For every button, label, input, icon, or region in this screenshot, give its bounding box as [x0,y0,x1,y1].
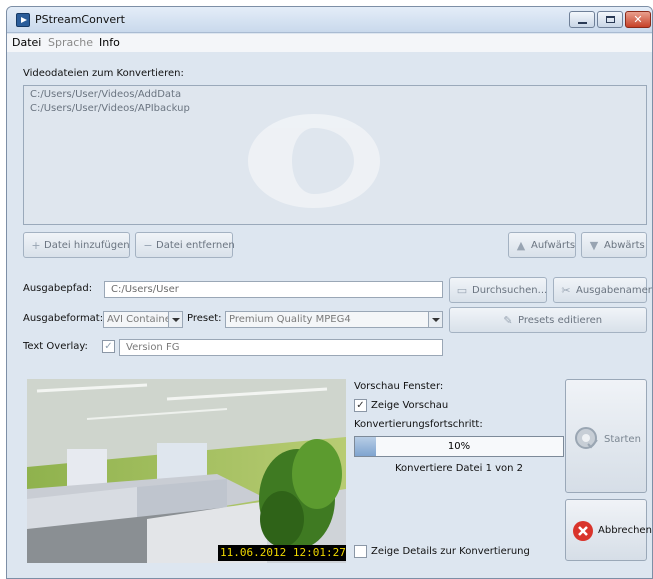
close-icon: ✕ [633,13,643,26]
plus-icon: + [31,239,41,252]
preset-value: Premium Quality MPEG4 [229,314,351,325]
video-preview: 11.06.2012 12:01:27 [27,379,346,563]
title-bar: PStreamConvert ✕ [7,7,652,33]
show-preview-checkbox[interactable]: ✓ [354,399,367,412]
output-names-label: Ausgabenamen [576,285,653,296]
move-up-label: Aufwärts [531,240,576,251]
show-preview-label: Zeige Vorschau [371,400,449,411]
output-path-input[interactable]: C:/Users/User [104,281,443,298]
conversion-progress-bar: 10% [354,436,564,457]
output-format-value: AVI Containe [107,314,171,325]
files-section-label: Videodateien zum Konvertieren: [23,68,184,79]
watermark-logo-icon [248,114,380,208]
menu-sprache[interactable]: Sprache [48,36,93,49]
output-format-select[interactable]: AVI Containe [103,311,183,328]
menu-info[interactable]: Info [99,36,120,49]
file-list[interactable]: C:/Users/User/Videos/AddData C:/Users/Us… [23,85,647,225]
edit-presets-button[interactable]: ✎ Presets editieren [449,307,647,333]
cancel-button[interactable]: Abbrechen [565,499,652,561]
output-path-label: Ausgabepfad: [23,283,93,294]
file-list-item[interactable]: C:/Users/User/Videos/AddData [30,89,181,100]
add-file-button[interactable]: + Datei hinzufügen [23,232,130,258]
timestamp-overlay: 11.06.2012 12:01:27 [218,545,346,561]
move-down-button[interactable]: ▼ Abwärts [581,232,647,258]
text-overlay-checkbox[interactable]: ✓ [102,340,115,353]
progress-percent: 10% [447,441,471,452]
minus-icon: − [143,239,153,252]
folder-icon: ▭ [456,284,468,297]
text-overlay-input[interactable]: Version FG [119,339,443,356]
text-overlay-label: Text Overlay: [23,341,88,352]
maximize-icon [606,16,615,23]
office-scene-image [27,379,346,563]
browse-label: Durchsuchen... [472,285,548,296]
tools-icon: ✂ [561,284,571,297]
output-format-label: Ausgabeformat: [23,313,104,324]
details-checkbox[interactable] [354,545,367,558]
remove-file-button[interactable]: − Datei entfernen [135,232,235,258]
edit-presets-label: Presets editieren [518,315,603,326]
menu-datei[interactable]: Datei [12,36,41,49]
preset-select[interactable]: Premium Quality MPEG4 [225,311,443,328]
start-label: Starten [604,434,641,445]
cancel-x-icon [573,521,593,541]
window-title: PStreamConvert [35,13,125,26]
conversion-status: Konvertiere Datei 1 von 2 [394,463,524,474]
minimize-button[interactable] [569,11,595,28]
output-names-button[interactable]: ✂ Ausgabenamen [553,277,652,303]
remove-file-label: Datei entfernen [156,240,235,251]
app-icon [16,13,30,27]
menu-bar: Datei Sprache Info [7,34,652,52]
gear-check-icon [575,427,598,449]
maximize-button[interactable] [597,11,623,28]
edit-icon: ✎ [503,314,513,327]
details-label: Zeige Details zur Konvertierung [371,546,530,557]
chevron-down-icon[interactable] [168,312,182,327]
file-list-item[interactable]: C:/Users/User/Videos/APIbackup [30,103,190,114]
cancel-label: Abbrechen [598,525,652,536]
chevron-down-icon[interactable] [428,312,442,327]
close-button[interactable]: ✕ [625,11,651,28]
arrow-down-icon: ▼ [589,239,599,252]
move-up-button[interactable]: ▲ Aufwärts [508,232,576,258]
preview-window-label: Vorschau Fenster: [354,381,444,392]
start-button[interactable]: Starten [565,379,647,493]
minimize-icon [578,22,587,24]
main-window: PStreamConvert ✕ Datei Sprache Info Vide… [6,6,653,579]
progress-label: Konvertierungsfortschritt: [354,419,483,430]
arrow-up-icon: ▲ [516,239,526,252]
move-down-label: Abwärts [604,240,645,251]
browse-button[interactable]: ▭ Durchsuchen... [449,277,547,303]
add-file-label: Datei hinzufügen [44,240,130,251]
preset-label: Preset: [187,313,222,324]
